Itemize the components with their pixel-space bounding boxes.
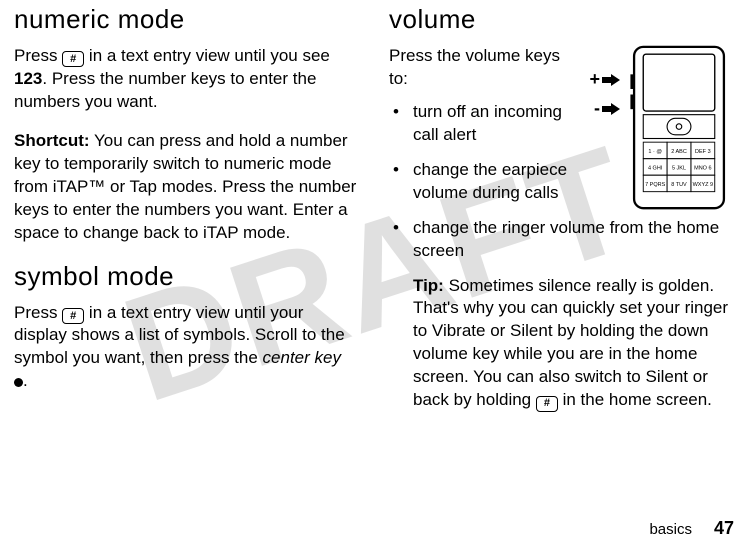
hash-key-icon: # (536, 396, 558, 412)
text-fragment: in the home screen. (558, 390, 712, 409)
text-fragment: . (23, 371, 28, 390)
heading-numeric-mode: numeric mode (14, 4, 359, 35)
big-123: 123 (14, 69, 42, 88)
key-label: DEF 3 (695, 149, 711, 155)
key-label: 2 ABC (671, 149, 687, 155)
key-label: 4 GHI (648, 166, 663, 172)
key-label: 5 JKL (672, 166, 686, 172)
list-item: change the earpiece volume during calls (413, 159, 579, 205)
text-fragment: Press (14, 303, 62, 322)
page-footer: basics 47 (649, 518, 734, 539)
list-item: turn off an incoming call alert (413, 101, 579, 147)
volume-intro: Press the volume keys to: (389, 45, 579, 91)
text-fragment: . Press the number keys to enter the num… (14, 69, 316, 111)
right-column: volume Press the volume keys to: turn of… (389, 4, 734, 412)
text-fragment: or (485, 321, 510, 340)
footer-section-label: basics (649, 521, 692, 538)
volume-top-row: Press the volume keys to: turn off an in… (389, 45, 734, 217)
volume-up-indicator: + (589, 69, 620, 90)
key-label: 8 TUV (671, 182, 687, 188)
left-column: numeric mode Press # in a text entry vie… (14, 4, 359, 412)
hash-key-icon: # (62, 51, 84, 67)
volume-bullets-top: turn off an incoming call alert change t… (389, 101, 579, 205)
key-label: 1 · @ (648, 149, 662, 155)
para-numeric-1: Press # in a text entry view until you s… (14, 45, 359, 114)
hash-key-icon: # (62, 308, 84, 324)
volume-indicators: + - (589, 69, 620, 215)
arrow-right-icon (602, 74, 620, 86)
shortcut-label: Shortcut: (14, 131, 90, 150)
tip-label: Tip: (413, 276, 444, 295)
key-label: MNO 6 (694, 166, 711, 172)
volume-down-indicator: - (594, 98, 620, 119)
heading-symbol-mode: symbol mode (14, 261, 359, 292)
tip-paragraph: Tip: Sometimes silence really is golden.… (413, 275, 734, 413)
minus-label: - (594, 98, 600, 119)
para-shortcut: Shortcut: You can press and hold a numbe… (14, 130, 359, 245)
volume-text-block: Press the volume keys to: turn off an in… (389, 45, 579, 217)
volume-bullets-bottom: change the ringer volume from the home s… (389, 217, 734, 263)
heading-volume: volume (389, 4, 734, 35)
page-content: numeric mode Press # in a text entry vie… (0, 0, 756, 412)
key-label: WXYZ 9 (693, 182, 713, 188)
phone-illustration-block: + - (589, 45, 734, 215)
footer-page-number: 47 (714, 518, 734, 539)
center-key-icon (14, 378, 23, 387)
text-fragment (346, 348, 351, 367)
plus-label: + (589, 69, 600, 90)
text-fragment: Press (14, 46, 62, 65)
center-key-text: center key (263, 348, 341, 367)
vibrate-text: Vibrate (432, 321, 486, 340)
key-label: 7 PQRS (645, 182, 666, 188)
arrow-right-icon (602, 103, 620, 115)
para-symbol: Press # in a text entry view until your … (14, 302, 359, 394)
silent-text: Silent (510, 321, 553, 340)
silent-text: Silent (645, 367, 688, 386)
phone-icon: 1 · @ 2 ABC DEF 3 4 GHI 5 JKL MNO 6 7 PQ… (624, 45, 734, 215)
text-fragment: in a text entry view until you see (89, 46, 330, 65)
list-item: change the ringer volume from the home s… (413, 217, 734, 263)
